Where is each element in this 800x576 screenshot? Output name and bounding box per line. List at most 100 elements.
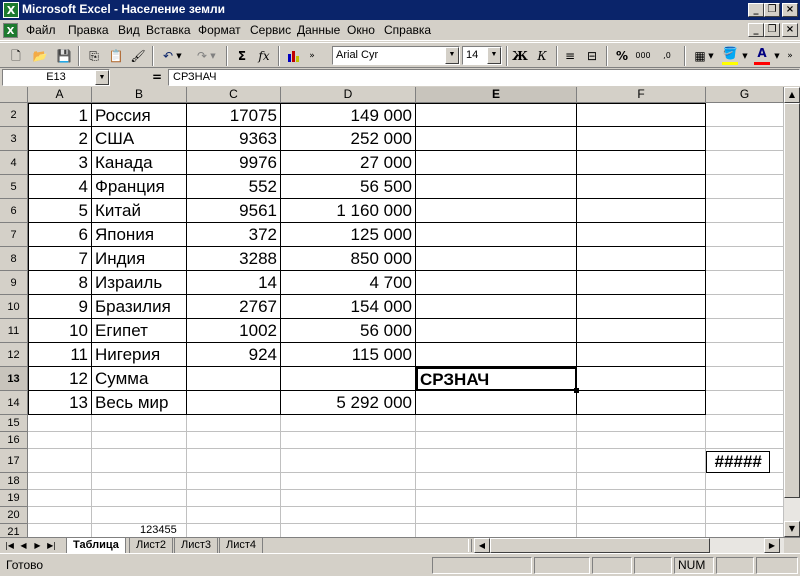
font-color-icon[interactable]: A bbox=[752, 46, 772, 66]
formula-input[interactable]: СРЗНАЧ bbox=[168, 69, 800, 86]
fill-color-dropdown-icon[interactable]: ▼ bbox=[740, 46, 750, 66]
table-cell[interactable]: 56 000 bbox=[281, 319, 416, 343]
scroll-right-icon[interactable]: ▶ bbox=[764, 538, 780, 553]
table-cell[interactable] bbox=[187, 490, 281, 507]
menu-edit[interactable]: Правка bbox=[68, 23, 109, 37]
table-cell[interactable] bbox=[28, 507, 92, 524]
tab-split-handle[interactable] bbox=[468, 539, 472, 552]
table-cell[interactable] bbox=[577, 490, 706, 507]
new-document-icon[interactable]: 🗋 bbox=[6, 46, 26, 66]
table-cell[interactable]: 27 000 bbox=[281, 151, 416, 175]
table-cell[interactable] bbox=[706, 103, 784, 127]
row-header[interactable]: 7 bbox=[0, 223, 28, 247]
table-cell[interactable] bbox=[92, 473, 187, 490]
table-cell[interactable] bbox=[577, 473, 706, 490]
table-cell[interactable] bbox=[416, 415, 577, 432]
table-cell[interactable] bbox=[28, 415, 92, 432]
table-cell[interactable]: Индия bbox=[92, 247, 187, 271]
row-header[interactable]: 4 bbox=[0, 151, 28, 175]
table-cell[interactable] bbox=[577, 432, 706, 449]
table-cell[interactable] bbox=[577, 507, 706, 524]
table-cell[interactable] bbox=[416, 223, 577, 247]
table-cell[interactable]: 9976 bbox=[187, 151, 281, 175]
table-cell[interactable]: 14 bbox=[187, 271, 281, 295]
table-cell[interactable] bbox=[416, 391, 577, 415]
table-cell[interactable] bbox=[281, 490, 416, 507]
redo-dropdown-icon[interactable]: ▼ bbox=[208, 46, 218, 66]
table-cell[interactable]: Израиль bbox=[92, 271, 187, 295]
table-cell[interactable] bbox=[28, 490, 92, 507]
table-cell[interactable] bbox=[281, 432, 416, 449]
format-painter-icon[interactable]: 🖌 bbox=[128, 46, 148, 66]
table-cell[interactable] bbox=[416, 432, 577, 449]
table-cell[interactable] bbox=[577, 319, 706, 343]
paste-function-button[interactable]: fx bbox=[254, 46, 274, 66]
vertical-scrollbar[interactable]: ▲ ▼ bbox=[784, 87, 800, 537]
row-header[interactable]: 9 bbox=[0, 271, 28, 295]
more-buttons-icon[interactable]: » bbox=[784, 46, 796, 66]
table-cell[interactable]: 8 bbox=[28, 271, 92, 295]
row-header[interactable]: 19 bbox=[0, 490, 28, 507]
italic-button[interactable]: К bbox=[532, 46, 552, 66]
sheet-tab-list3[interactable]: Лист3 bbox=[174, 538, 219, 554]
table-cell[interactable]: 1 bbox=[28, 103, 92, 127]
table-cell[interactable] bbox=[577, 391, 706, 415]
row-header[interactable]: 14 bbox=[0, 391, 28, 415]
table-cell[interactable] bbox=[416, 343, 577, 367]
row-header[interactable]: 10 bbox=[0, 295, 28, 319]
next-sheet-icon[interactable]: ▶ bbox=[31, 539, 44, 552]
table-cell[interactable] bbox=[28, 432, 92, 449]
prev-sheet-icon[interactable]: ◀ bbox=[17, 539, 30, 552]
column-header-c[interactable]: C bbox=[187, 87, 281, 103]
menu-help[interactable]: Справка bbox=[384, 23, 431, 37]
table-cell[interactable] bbox=[92, 490, 187, 507]
active-cell[interactable]: СРЗНАЧ bbox=[416, 367, 577, 391]
menu-view[interactable]: Вид bbox=[118, 23, 140, 37]
align-center-icon[interactable]: ≡ bbox=[560, 46, 580, 66]
table-cell[interactable] bbox=[187, 391, 281, 415]
excel-icon[interactable]: X bbox=[3, 2, 19, 18]
table-cell[interactable] bbox=[577, 343, 706, 367]
row-header[interactable]: 18 bbox=[0, 473, 28, 490]
doc-restore-icon[interactable]: ❐ bbox=[764, 23, 780, 37]
table-cell[interactable] bbox=[706, 415, 784, 432]
last-sheet-icon[interactable]: ▶| bbox=[45, 539, 58, 552]
table-cell[interactable] bbox=[706, 319, 784, 343]
table-cell[interactable]: 3288 bbox=[187, 247, 281, 271]
autosum-button[interactable]: Σ bbox=[232, 46, 252, 66]
table-cell[interactable] bbox=[416, 449, 577, 473]
table-cell[interactable] bbox=[577, 449, 706, 473]
table-cell[interactable] bbox=[577, 127, 706, 151]
borders-dropdown-icon[interactable]: ▼ bbox=[706, 46, 716, 66]
column-header-d[interactable]: D bbox=[281, 87, 416, 103]
menu-tools[interactable]: Сервис bbox=[250, 23, 291, 37]
table-cell[interactable] bbox=[416, 295, 577, 319]
table-cell[interactable] bbox=[28, 473, 92, 490]
table-cell[interactable]: 850 000 bbox=[281, 247, 416, 271]
table-cell[interactable]: 5 bbox=[28, 199, 92, 223]
row-header[interactable]: 3 bbox=[0, 127, 28, 151]
row-header[interactable]: 2 bbox=[0, 103, 28, 127]
table-cell[interactable] bbox=[706, 524, 784, 537]
table-cell[interactable]: 252 000 bbox=[281, 127, 416, 151]
table-cell[interactable]: 123455 bbox=[92, 524, 187, 537]
row-header[interactable]: 8 bbox=[0, 247, 28, 271]
sheet-tab-table[interactable]: Таблица bbox=[66, 538, 126, 554]
table-cell[interactable] bbox=[706, 432, 784, 449]
table-cell[interactable]: 3 bbox=[28, 151, 92, 175]
first-sheet-icon[interactable]: |◀ bbox=[3, 539, 16, 552]
table-cell[interactable]: 56 500 bbox=[281, 175, 416, 199]
table-cell[interactable] bbox=[187, 432, 281, 449]
table-cell[interactable]: 9 bbox=[28, 295, 92, 319]
sheet-tab-list2[interactable]: Лист2 bbox=[129, 538, 174, 554]
menu-format[interactable]: Формат bbox=[198, 23, 241, 37]
select-all-corner[interactable] bbox=[0, 87, 28, 103]
table-cell[interactable] bbox=[577, 247, 706, 271]
table-cell[interactable] bbox=[187, 367, 281, 391]
table-cell[interactable]: Франция bbox=[92, 175, 187, 199]
column-header-g[interactable]: G bbox=[706, 87, 784, 103]
table-cell[interactable]: 125 000 bbox=[281, 223, 416, 247]
sheet-tab-list4[interactable]: Лист4 bbox=[219, 538, 264, 554]
scroll-down-icon[interactable]: ▼ bbox=[784, 521, 800, 537]
chevron-down-icon[interactable]: ▼ bbox=[95, 70, 109, 85]
